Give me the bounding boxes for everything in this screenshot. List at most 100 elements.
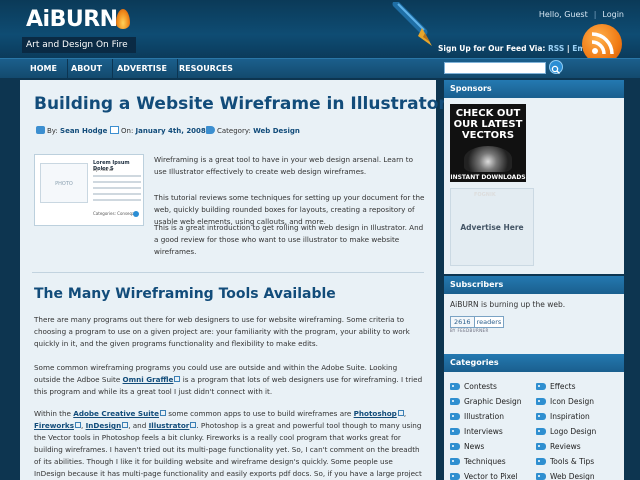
author-prefix: By: <box>47 127 58 135</box>
feedburner-badge[interactable]: 2616 readers <box>450 316 504 328</box>
logo-tagline: Art and Design On Fire <box>22 37 136 53</box>
greeting-text: Hello, Guest <box>538 10 588 19</box>
thumb-info-icon <box>133 211 139 217</box>
external-link-icon <box>174 376 181 382</box>
sponsors-header: Sponsors <box>444 80 624 98</box>
body-paragraph-1: There are many programs out there for we… <box>34 315 410 348</box>
logo-text: AiBURN <box>26 7 118 32</box>
subscribers-box: AiBURN is burning up the web. 2616 reade… <box>444 294 624 356</box>
author-name[interactable]: Sean Hodge <box>60 127 107 135</box>
body-p3-text-b: some common apps to use to build wirefra… <box>168 409 352 418</box>
tag-icon <box>450 383 460 390</box>
author-icon <box>36 126 45 134</box>
body-p3-text-a: Within the <box>34 409 71 418</box>
category-link[interactable]: News <box>450 442 484 451</box>
post-author: By: Sean Hodge <box>36 126 107 135</box>
login-link[interactable]: Login <box>602 10 624 19</box>
intro-paragraph-1: Wireframing is a great tool to have in y… <box>154 155 413 176</box>
date-prefix: On: <box>121 127 134 135</box>
nav-advertise[interactable]: ADVERTISE <box>107 59 178 79</box>
category-link[interactable]: Vector to Pixel <box>450 472 518 480</box>
body-p3-and: , and <box>128 421 147 430</box>
advertise-here-slot[interactable]: Advertise Here <box>450 188 534 266</box>
tag-icon <box>450 398 460 405</box>
readers-count: 2616 <box>451 317 475 327</box>
category-link[interactable]: Web Design <box>253 127 300 135</box>
tag-icon <box>450 443 460 450</box>
flame-icon <box>116 9 130 29</box>
body-paragraph-2: Some common wireframing programs you cou… <box>34 362 424 398</box>
thumb-text-line <box>93 181 141 183</box>
category-prefix: Category: <box>217 127 251 135</box>
category-link[interactable]: Icon Design <box>536 397 594 406</box>
post-content: Building a Website Wireframe in Illustra… <box>20 80 447 480</box>
tag-icon <box>450 428 460 435</box>
date-value: January 4th, 2008 <box>135 127 206 135</box>
thumb-photo-placeholder: PHOTO <box>40 163 88 203</box>
tag-icon <box>536 458 546 465</box>
tag-icon <box>206 126 215 134</box>
user-bar: Hello, Guest | Login <box>538 10 624 19</box>
fireworks-link[interactable]: Fireworks <box>34 421 74 430</box>
ad-vector-brand: FOGNIK <box>474 192 496 198</box>
category-link[interactable]: Contests <box>450 382 497 391</box>
post-date: On: January 4th, 2008 <box>110 126 206 135</box>
thumb-text-line <box>93 175 141 177</box>
tag-icon <box>450 473 460 480</box>
external-link-icon <box>397 410 404 416</box>
readers-label: readers <box>476 318 502 326</box>
sidebar: Sponsors CHECK OUT OUR LATEST VECTORS IN… <box>444 80 624 480</box>
search-button[interactable] <box>549 60 563 74</box>
thumb-text-line <box>93 193 141 195</box>
thumb-category: Categories: Conseqat <box>93 211 137 216</box>
tag-icon <box>450 458 460 465</box>
subscribers-header: Subscribers <box>444 276 624 294</box>
pen-nib-icon <box>392 2 432 46</box>
tag-icon <box>536 443 546 450</box>
thumb-byline: By: Author <box>93 167 114 172</box>
category-link[interactable]: Reviews <box>536 442 581 451</box>
sponsors-box: CHECK OUT OUR LATEST VECTORS INSTANT DOW… <box>444 98 624 274</box>
illustrator-link[interactable]: Illustrator <box>149 421 190 430</box>
site-logo[interactable]: AiBURN Art and Design On Fire <box>22 5 136 53</box>
calendar-icon <box>110 126 119 134</box>
categories-box: Contests Graphic Design Illustration Int… <box>444 372 624 480</box>
category-link[interactable]: Logo Design <box>536 427 596 436</box>
category-link[interactable]: Interviews <box>450 427 503 436</box>
omni-graffle-link[interactable]: Omni Graffle <box>123 375 174 384</box>
category-link[interactable]: Effects <box>536 382 576 391</box>
photoshop-link[interactable]: Photoshop <box>354 409 397 418</box>
category-link[interactable]: Web Design <box>536 472 595 480</box>
post-category: Category: Web Design <box>206 126 300 135</box>
thumb-text-line <box>93 187 141 189</box>
thumb-text-line <box>93 199 141 201</box>
ad-vector-headline: CHECK OUT OUR LATEST VECTORS <box>453 108 523 141</box>
category-link[interactable]: Tools & Tips <box>536 457 594 466</box>
intro-paragraph-3: This is a great introduction to get roll… <box>154 223 424 256</box>
category-link[interactable]: Inspiration <box>536 412 590 421</box>
nav-resources[interactable]: RESOURCES <box>169 59 243 79</box>
body-paragraph-3: Within the Adobe Creative Suite some com… <box>34 408 424 480</box>
feed-signup: Sign Up for Our Feed Via: RSS | Email <box>438 44 595 53</box>
external-link-icon <box>74 422 81 428</box>
tag-icon <box>536 413 546 420</box>
post-thumbnail[interactable]: PHOTO Lorem Ipsum Dolor S By: Author Cat… <box>34 154 144 226</box>
post-title[interactable]: Building a Website Wireframe in Illustra… <box>34 94 447 114</box>
feedburner-label: BY FEEDBURNER <box>450 328 489 333</box>
search-icon <box>551 65 560 74</box>
indesign-link[interactable]: InDesign <box>86 421 122 430</box>
external-link-icon <box>160 410 166 416</box>
rss-link[interactable]: RSS <box>548 44 564 53</box>
ad-vector-artwork <box>464 146 512 172</box>
section-heading: The Many Wireframing Tools Available <box>34 286 336 302</box>
nav-about[interactable]: ABOUT <box>61 59 114 79</box>
category-link[interactable]: Illustration <box>450 412 504 421</box>
ad-vectors-banner[interactable]: CHECK OUT OUR LATEST VECTORS INSTANT DOW… <box>450 104 526 182</box>
feed-prefix: Sign Up for Our Feed Via: <box>438 44 546 53</box>
tag-icon <box>536 473 546 480</box>
adobe-suite-link[interactable]: Adobe Creative Suite <box>73 409 159 418</box>
category-link[interactable]: Techniques <box>450 457 506 466</box>
tag-icon <box>536 383 546 390</box>
category-link[interactable]: Graphic Design <box>450 397 522 406</box>
search-input[interactable] <box>444 62 546 74</box>
